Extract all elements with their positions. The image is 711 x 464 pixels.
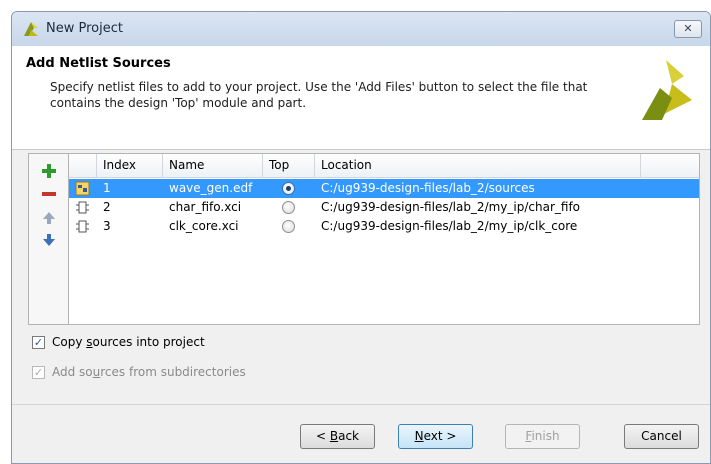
sources-table: Index Name Top Location 1 wave_gen.edf C… [68,153,700,325]
vivado-app-icon [24,22,38,36]
table-row[interactable]: 1 wave_gen.edf C:/ug939-design-files/lab… [69,179,699,198]
row-location: C:/ug939-design-files/lab_2/my_ip/clk_co… [321,219,578,233]
move-up-icon[interactable] [41,210,57,226]
column-header-index[interactable]: Index [97,154,163,178]
column-header-icon [69,154,97,178]
title-bar[interactable]: New Project ✕ [12,12,710,46]
ip-core-icon [76,220,89,233]
footer-divider [12,404,710,405]
wizard-header: Add Netlist Sources Specify netlist file… [12,46,710,150]
row-name: char_fifo.xci [169,200,242,214]
finish-button: Finish [505,424,580,449]
remove-icon[interactable] [41,186,57,202]
top-radio[interactable] [282,201,295,214]
vivado-logo-icon [642,60,692,120]
column-header-name[interactable]: Name [163,154,263,178]
row-index: 3 [103,219,111,233]
column-header-location[interactable]: Location [315,154,641,178]
row-index: 1 [103,181,111,195]
copy-sources-checkbox[interactable]: ✓ [32,336,45,349]
move-down-icon[interactable] [41,232,57,248]
table-row[interactable]: 3 clk_core.xci C:/ug939-design-files/lab… [69,217,699,236]
table-header: Index Name Top Location [69,154,699,178]
row-index: 2 [103,200,111,214]
back-button[interactable]: < Back [300,424,375,449]
row-name: wave_gen.edf [169,181,253,195]
cancel-button[interactable]: Cancel [624,424,699,449]
add-subdirs-checkbox: ✓ [32,366,45,379]
row-location: C:/ug939-design-files/lab_2/sources [321,181,535,195]
row-name: clk_core.xci [169,219,239,233]
page-description: Specify netlist files to add to your pro… [50,80,588,110]
ip-core-icon [76,201,89,214]
new-project-dialog: New Project ✕ Add Netlist Sources Specif… [11,11,711,464]
copy-sources-label[interactable]: Copy sources into project [52,335,205,349]
close-icon: ✕ [683,22,693,35]
page-title: Add Netlist Sources [26,56,171,71]
close-button[interactable]: ✕ [674,20,702,38]
add-subdirs-label: Add sources from subdirectories [52,365,246,379]
top-radio[interactable] [282,182,295,195]
table-row[interactable]: 2 char_fifo.xci C:/ug939-design-files/la… [69,198,699,217]
add-icon[interactable] [41,163,57,179]
netlist-file-icon [75,181,90,196]
window-title: New Project [46,21,123,36]
row-location: C:/ug939-design-files/lab_2/my_ip/char_f… [321,200,581,214]
file-toolbar [28,153,68,325]
top-radio[interactable] [282,220,295,233]
next-button[interactable]: Next > [398,424,473,449]
column-header-top[interactable]: Top [263,154,315,178]
